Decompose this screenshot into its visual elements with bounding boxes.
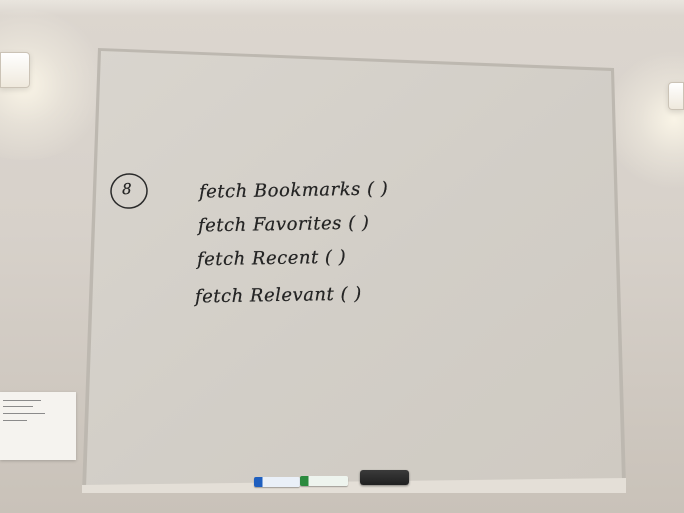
whiteboard-scene: 8 fetch Bookmarks ( ) fetch Favorites ( …: [0, 0, 684, 513]
whiteboard: [82, 47, 627, 493]
wall-sconce-right: [668, 82, 684, 110]
whiteboard-line-1: fetch Bookmarks ( ): [198, 178, 389, 203]
ceiling-edge: [0, 0, 684, 16]
green-marker[interactable]: [300, 476, 348, 486]
paper-text-line: [3, 413, 45, 414]
whiteboard-line-4: fetch Relevant ( ): [194, 283, 362, 308]
posted-paper: [0, 392, 76, 460]
whiteboard-line-2: fetch Favorites ( ): [197, 212, 370, 237]
board-face: [86, 51, 622, 488]
blue-marker[interactable]: [254, 477, 300, 487]
whiteboard-eraser[interactable]: [360, 470, 409, 485]
wall-sconce-left: [0, 52, 30, 88]
paper-text-line: [3, 400, 41, 401]
paper-text-line: [3, 406, 33, 407]
whiteboard-line-3: fetch Recent ( ): [196, 246, 347, 271]
paper-text-line: [3, 420, 27, 421]
whiteboard-surface: [82, 48, 626, 493]
circled-number: 8: [121, 179, 133, 199]
